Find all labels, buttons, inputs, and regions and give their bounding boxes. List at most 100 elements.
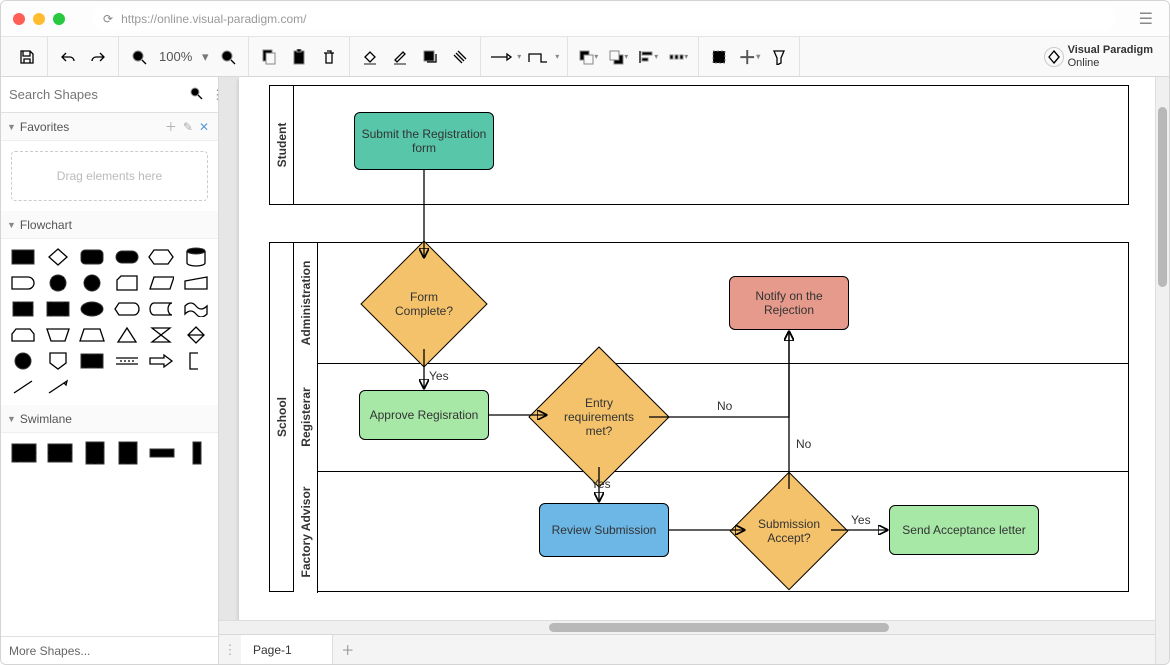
add-page-button[interactable]: ＋	[333, 635, 363, 664]
fill-color-button[interactable]	[356, 43, 384, 71]
copy-button[interactable]	[255, 43, 283, 71]
swimlane-header[interactable]: ▼ Swimlane	[1, 405, 218, 433]
vertical-scrollbar[interactable]	[1155, 77, 1169, 664]
node-review-submission[interactable]: Review Submission	[539, 503, 669, 557]
shape-rounded-rect[interactable]	[78, 247, 106, 267]
shape-arrow[interactable]	[147, 351, 175, 371]
shape-loop-limit[interactable]	[9, 325, 37, 345]
window-maximize-icon[interactable]	[53, 13, 65, 25]
shape-line[interactable]	[9, 377, 37, 397]
pool-school-title[interactable]: School	[270, 243, 294, 591]
lane-advisor-title[interactable]: Factory Advisor	[294, 471, 318, 593]
shape-parallel[interactable]	[113, 351, 141, 371]
zoom-level[interactable]: 100%	[155, 49, 196, 64]
canvas-viewport[interactable]: Student School Administration Registerar…	[219, 77, 1169, 634]
scroll-thumb[interactable]	[1158, 107, 1167, 287]
shape-delay[interactable]	[9, 273, 37, 293]
menu-icon[interactable]: ☰	[1135, 5, 1157, 33]
shape-display[interactable]	[113, 299, 141, 319]
shape-rectangle[interactable]	[9, 247, 37, 267]
shape-pool-h[interactable]	[11, 443, 37, 463]
shape-line-arrow[interactable]	[44, 377, 72, 397]
zoom-in-button[interactable]	[214, 43, 242, 71]
refresh-icon[interactable]: ⟳	[103, 12, 113, 26]
distribute-button[interactable]: ▾	[664, 43, 692, 71]
shape-sum[interactable]	[44, 273, 72, 293]
favorites-close-icon[interactable]: ✕	[196, 120, 212, 134]
shape-terminator[interactable]	[113, 247, 141, 267]
shape-tape[interactable]	[182, 299, 210, 319]
shape-collate[interactable]	[147, 325, 175, 345]
shape-single-lane-h[interactable]	[149, 443, 175, 463]
front-button[interactable]: ▾	[574, 43, 602, 71]
tabs-grip-icon[interactable]: ⋮	[219, 642, 241, 658]
node-submission-accept[interactable]: Submission Accept?	[747, 489, 831, 573]
connector-type-button[interactable]: ▾	[487, 43, 523, 71]
shape-ellipse[interactable]	[78, 299, 106, 319]
favorites-header[interactable]: ▼ Favorites ＋ ✎ ✕	[1, 113, 218, 141]
shape-manual-op2[interactable]	[78, 325, 106, 345]
style-button[interactable]	[446, 43, 474, 71]
window-minimize-icon[interactable]	[33, 13, 45, 25]
more-shapes-button[interactable]: More Shapes...	[1, 636, 218, 664]
horizontal-scrollbar[interactable]	[219, 620, 1155, 634]
paste-button[interactable]	[285, 43, 313, 71]
node-send-acceptance[interactable]: Send Acceptance letter	[889, 505, 1039, 555]
favorites-drop-zone[interactable]: Drag elements here	[11, 151, 208, 201]
tab-page-1[interactable]: Page-1	[241, 635, 333, 664]
undo-button[interactable]	[54, 43, 82, 71]
more-tools-button[interactable]	[765, 43, 793, 71]
shape-hexagon[interactable]	[147, 247, 175, 267]
node-notify-rejection[interactable]: Notify on the Rejection	[729, 276, 849, 330]
shadow-button[interactable]	[416, 43, 444, 71]
node-approve[interactable]: Approve Regisration	[359, 390, 489, 440]
delete-button[interactable]	[315, 43, 343, 71]
search-input[interactable]	[9, 87, 185, 102]
node-form-complete[interactable]: Form Complete?	[379, 259, 469, 349]
save-button[interactable]	[13, 43, 41, 71]
zoom-out-button[interactable]	[125, 43, 153, 71]
shape-predefined[interactable]	[44, 299, 72, 319]
shape-pool-v[interactable]	[83, 443, 106, 463]
line-color-button[interactable]	[386, 43, 414, 71]
window-close-icon[interactable]	[13, 13, 25, 25]
shape-manual-op[interactable]	[44, 325, 72, 345]
shape-card[interactable]	[113, 273, 141, 293]
redo-button[interactable]	[84, 43, 112, 71]
pool-student-title[interactable]: Student	[270, 86, 294, 204]
url-bar[interactable]: ⟳ https://online.visual-paradigm.com/	[93, 7, 1115, 31]
shape-diamond[interactable]	[44, 247, 72, 267]
waypoint-button[interactable]: ▾	[525, 43, 561, 71]
lane-admin-title[interactable]: Administration	[294, 243, 318, 363]
node-entry-requirements[interactable]: Entry requirements met?	[549, 367, 649, 467]
shape-connector[interactable]	[9, 351, 37, 371]
flowchart-header[interactable]: ▼ Flowchart	[1, 211, 218, 239]
select-mode-button[interactable]	[705, 43, 733, 71]
shape-manual-input[interactable]	[182, 273, 210, 293]
shape-document[interactable]	[78, 351, 106, 371]
shape-lane-v[interactable]	[116, 443, 139, 463]
favorites-edit-icon[interactable]: ✎	[180, 120, 196, 134]
zoom-dropdown-icon[interactable]: ▾	[198, 43, 212, 71]
shape-extract[interactable]	[113, 325, 141, 345]
shape-stored-data[interactable]	[147, 299, 175, 319]
shape-or[interactable]	[78, 273, 106, 293]
brand-logo[interactable]: Visual ParadigmOnline	[1044, 44, 1153, 68]
lane-registrar-title[interactable]: Registerar	[294, 363, 318, 471]
back-button[interactable]: ▾	[604, 43, 632, 71]
align-button[interactable]: ▾	[634, 43, 662, 71]
shape-data[interactable]	[147, 273, 175, 293]
shape-internal-storage[interactable]	[9, 299, 37, 319]
shape-lane-h[interactable]	[47, 443, 73, 463]
shape-offpage[interactable]	[44, 351, 72, 371]
favorites-add-icon[interactable]: ＋	[162, 118, 180, 135]
scroll-thumb[interactable]	[549, 623, 889, 632]
shape-cylinder[interactable]	[182, 247, 210, 267]
search-icon[interactable]	[185, 82, 207, 107]
add-button[interactable]: ＋▾	[735, 43, 763, 71]
shape-single-lane-v[interactable]	[185, 443, 208, 463]
diagram-paper[interactable]: Student School Administration Registerar…	[239, 77, 1169, 634]
node-submit-form[interactable]: Submit the Registration form	[354, 112, 494, 170]
shape-annotation[interactable]	[182, 351, 210, 371]
shape-sort[interactable]	[182, 325, 210, 345]
